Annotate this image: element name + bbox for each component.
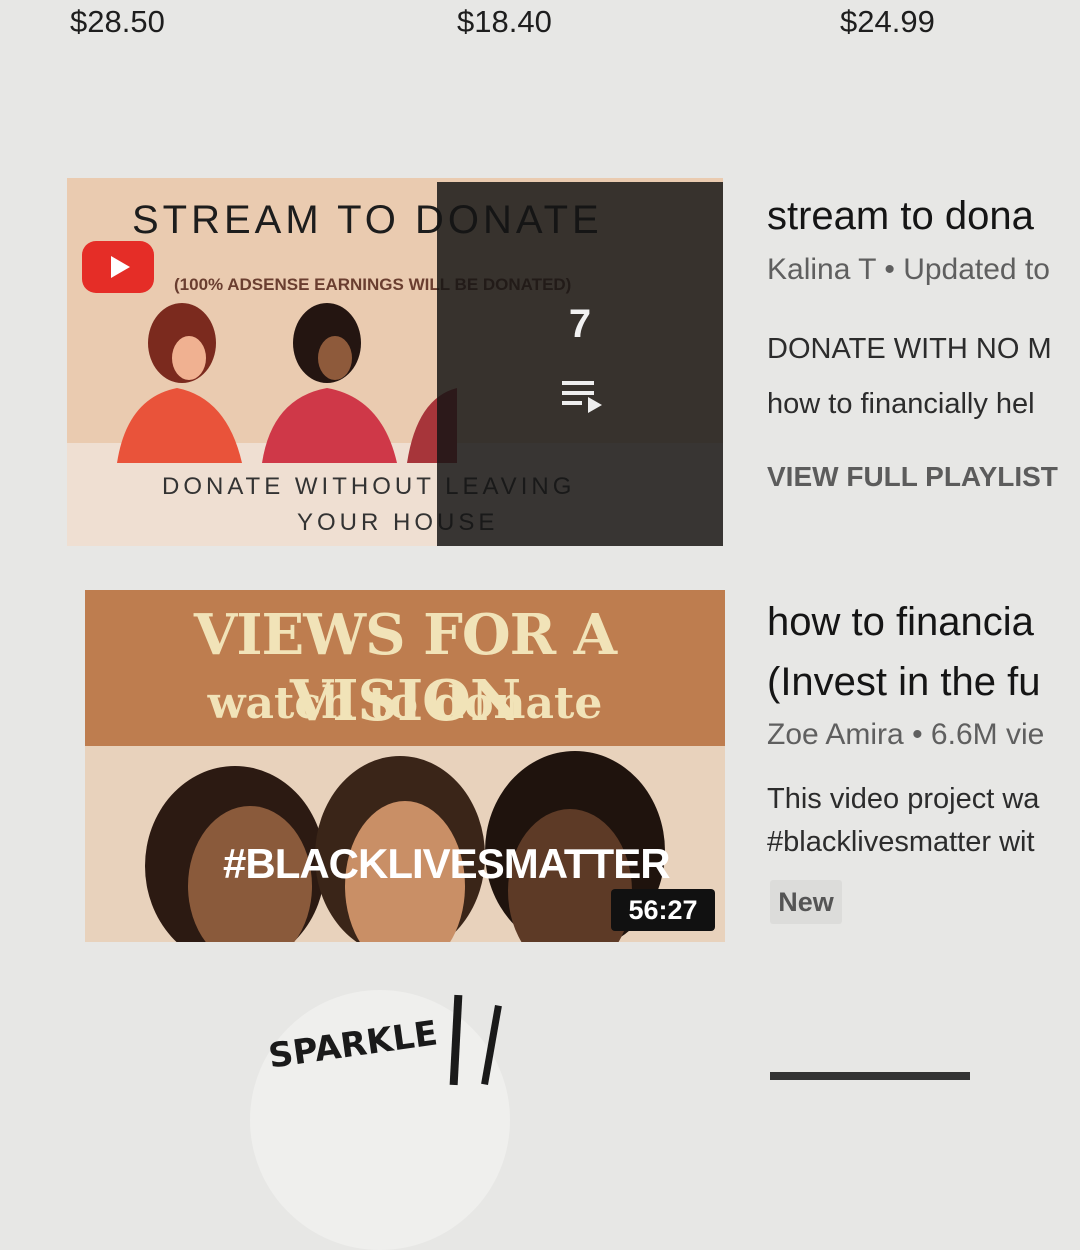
playlist-title[interactable]: stream to dona — [767, 194, 1034, 239]
playlist-video-count: 7 — [568, 302, 592, 346]
playlist-thumbnail[interactable]: STREAM TO DONATE (100% ADSENSE EARNINGS … — [67, 178, 723, 546]
meta-separator: • — [884, 253, 895, 286]
thumbnail-hashtag: #BLACKLIVESMATTER — [223, 840, 671, 887]
playlist-description-line1: DONATE WITH NO M — [767, 333, 1052, 365]
product-price: $28.50 — [70, 4, 165, 39]
view-full-playlist-link[interactable]: VIEW FULL PLAYLIST — [767, 461, 1058, 493]
youtube-logo-icon — [82, 241, 154, 293]
view-count: 6.6M vie — [930, 718, 1045, 751]
video-thumbnail[interactable]: VIEWS FOR A VISION watch to donate #BLAC… — [85, 590, 725, 942]
product-price: $24.99 — [840, 4, 935, 39]
video-title-line2[interactable]: (Invest in the fu — [767, 660, 1040, 705]
channel-name[interactable]: Zoe Amira — [767, 718, 904, 751]
playlist-meta: Kalina T • Updated to — [767, 253, 1050, 287]
updated-text: Updated to — [903, 253, 1050, 286]
video-duration-badge: 56:27 — [611, 889, 715, 931]
new-badge: New — [770, 880, 842, 924]
video-meta: Zoe Amira • 6.6M vie — [767, 718, 1044, 752]
video-description-line2: #blacklivesmatter wit — [767, 826, 1035, 858]
meta-separator: • — [912, 718, 923, 751]
playlist-count-overlay: 7 — [437, 182, 723, 546]
thumbnail-subheadline: watch to donate — [207, 678, 603, 729]
channel-name[interactable]: Kalina T — [767, 253, 876, 286]
playlist-play-icon — [562, 381, 602, 413]
playlist-description-line2: how to financially hel — [767, 388, 1035, 420]
video-description-line1: This video project wa — [767, 783, 1040, 815]
next-title-cut-off — [770, 1072, 970, 1080]
video-title-line1[interactable]: how to financia — [767, 600, 1034, 645]
product-price: $18.40 — [457, 4, 552, 39]
